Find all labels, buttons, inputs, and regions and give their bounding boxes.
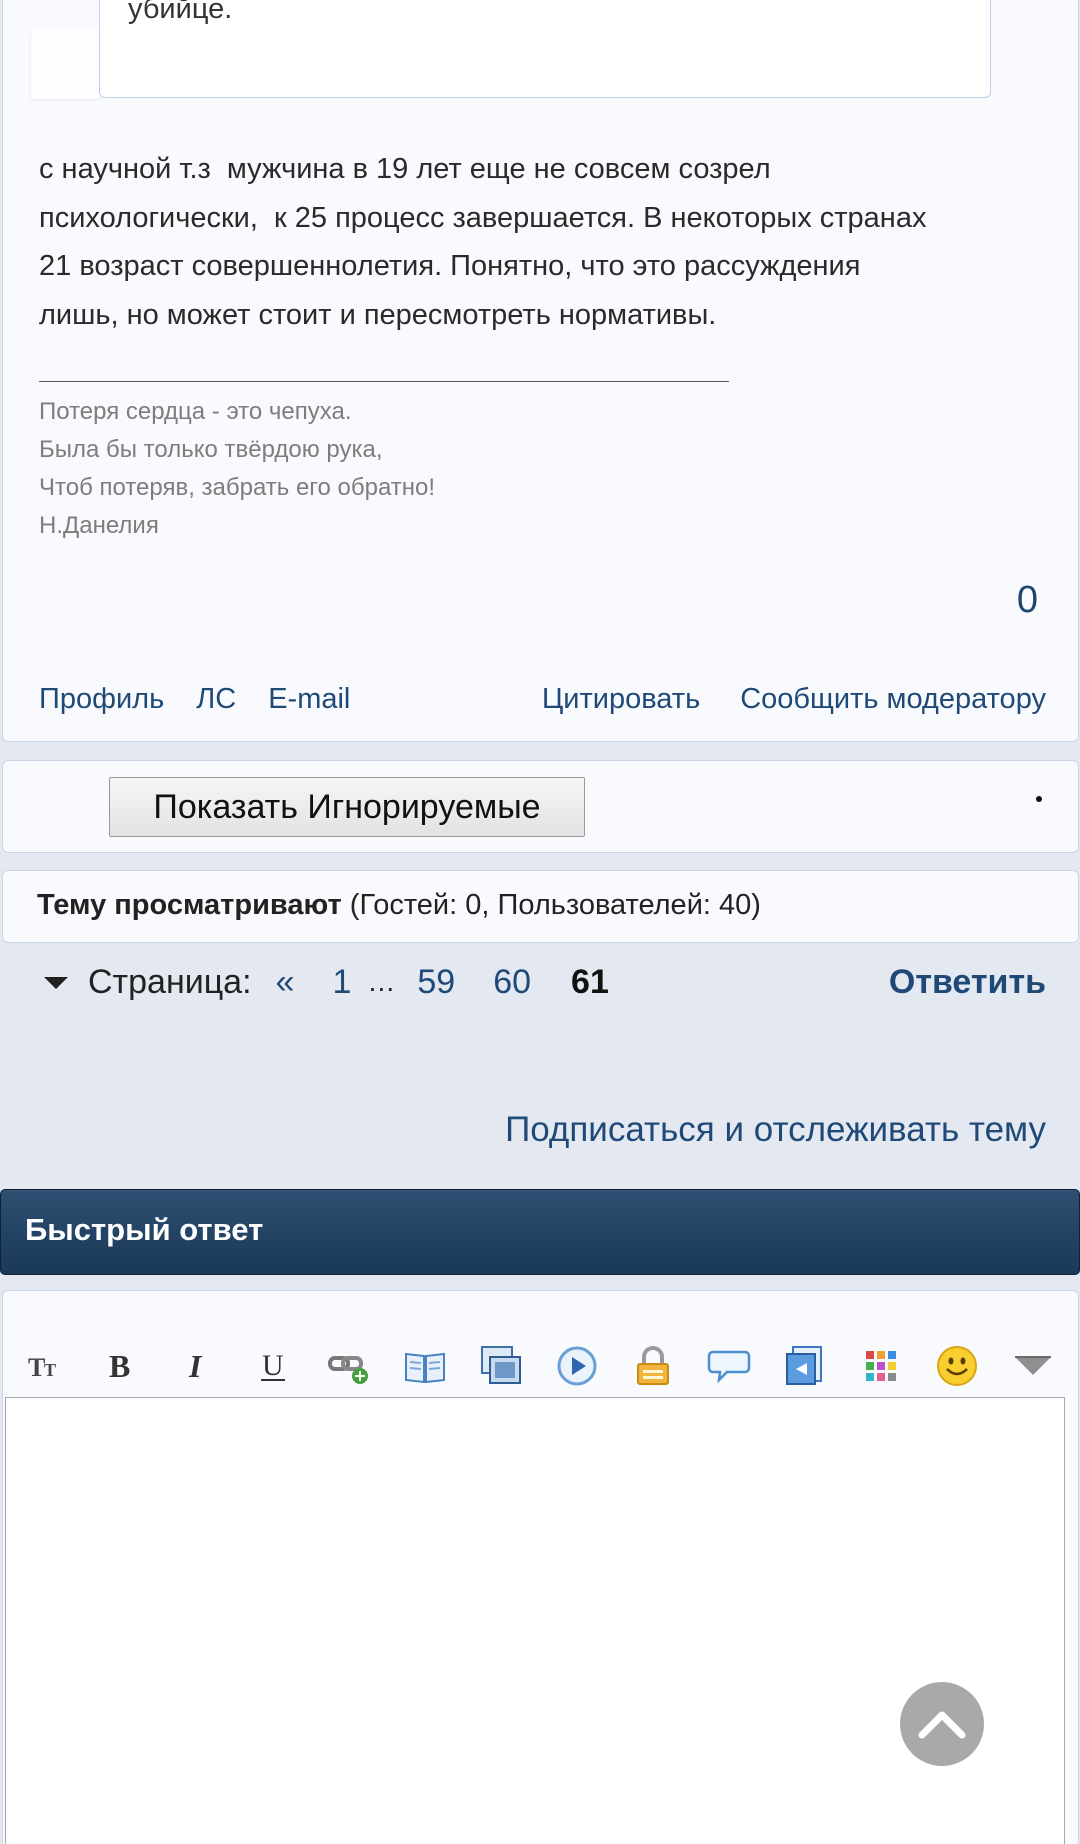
font-size-icon[interactable]: T T	[7, 1339, 83, 1393]
pagination: Страница: « 1 … 59 60 61	[44, 958, 609, 1006]
signature-line: Была бы только твёрдою рука,	[39, 436, 383, 463]
bold-icon[interactable]: B	[83, 1339, 159, 1393]
post-actions-left: Профиль ЛС E-mail	[39, 683, 350, 716]
reputation-count[interactable]: 0	[1017, 579, 1038, 622]
quick-reply-editor-panel: T T B I U	[2, 1290, 1079, 1844]
signature: Потеря сердца - это чепуха. Была бы толь…	[39, 393, 435, 545]
report-moderator-link[interactable]: Сообщить модератору	[740, 683, 1046, 716]
speech-bubble-icon[interactable]	[691, 1339, 767, 1393]
lock-icon[interactable]	[615, 1339, 691, 1393]
svg-text:I: I	[188, 1348, 203, 1384]
caret-down-icon[interactable]	[44, 977, 68, 989]
signature-divider	[39, 381, 729, 382]
quick-reply-title: Быстрый ответ	[25, 1212, 264, 1247]
insert-link-icon[interactable]	[311, 1339, 387, 1393]
viewers-label: Тему просматривают	[37, 889, 342, 921]
underline-icon[interactable]: U	[235, 1339, 311, 1393]
scroll-to-top-button[interactable]	[900, 1682, 984, 1766]
subscribe-link[interactable]: Подписаться и отслеживать тему	[505, 1110, 1046, 1150]
page-current: 61	[571, 962, 609, 1001]
page-ellipsis: …	[367, 966, 396, 997]
viewers-text: Тему просматривают (Гостей: 0, Пользоват…	[37, 889, 761, 922]
signature-line: Чтоб потеряв, забрать его обратно!	[39, 474, 436, 501]
book-icon[interactable]	[387, 1339, 463, 1393]
bullet-dot	[1036, 796, 1042, 802]
smiley-icon[interactable]	[919, 1339, 995, 1393]
quick-reply-header: Быстрый ответ	[0, 1189, 1080, 1275]
code-icon[interactable]	[767, 1339, 843, 1393]
page-label: Страница:	[88, 962, 252, 1001]
svg-text:T: T	[44, 1360, 56, 1380]
page-link-1[interactable]: 1	[332, 963, 351, 1002]
more-dropdown-icon[interactable]	[995, 1339, 1071, 1393]
reply-textarea[interactable]	[5, 1397, 1065, 1844]
chevron-up-icon	[918, 1711, 966, 1739]
page-link-60[interactable]: 60	[493, 963, 531, 1002]
forum-post: убийце. с научной т.з мужчина в 19 лет е…	[2, 0, 1079, 742]
post-actions-right: Цитировать Сообщить модератору	[542, 683, 1046, 716]
quote-block: убийце.	[99, 0, 991, 98]
svg-text:T: T	[28, 1353, 45, 1382]
page-prev-link[interactable]: «	[276, 963, 295, 1002]
private-message-link[interactable]: ЛС	[196, 683, 236, 716]
quote-text: убийце.	[128, 0, 233, 25]
reply-link[interactable]: Ответить	[889, 958, 1046, 1006]
media-play-icon[interactable]	[539, 1339, 615, 1393]
email-link[interactable]: E-mail	[268, 683, 350, 716]
show-ignored-button[interactable]: Показать Игнорируемые	[109, 777, 585, 837]
editor-toolbar: T T B I U	[7, 1339, 1071, 1393]
svg-text:B: B	[109, 1348, 130, 1384]
image-icon[interactable]	[463, 1339, 539, 1393]
quote-link[interactable]: Цитировать	[542, 683, 700, 716]
quote-avatar	[31, 29, 101, 99]
italic-icon[interactable]: I	[159, 1339, 235, 1393]
topic-viewers-bar: Тему просматривают (Гостей: 0, Пользоват…	[2, 870, 1079, 943]
color-grid-icon[interactable]	[843, 1339, 919, 1393]
profile-link[interactable]: Профиль	[39, 683, 164, 716]
page-link-59[interactable]: 59	[417, 963, 455, 1002]
viewers-details: (Гостей: 0, Пользователей: 40)	[341, 889, 761, 921]
post-body: с научной т.з мужчина в 19 лет еще не со…	[39, 153, 927, 331]
signature-line: Н.Данелия	[39, 512, 159, 539]
ignored-posts-bar: Показать Игнорируемые	[2, 760, 1079, 853]
svg-text:U: U	[262, 1349, 284, 1382]
signature-line: Потеря сердца - это чепуха.	[39, 398, 352, 425]
